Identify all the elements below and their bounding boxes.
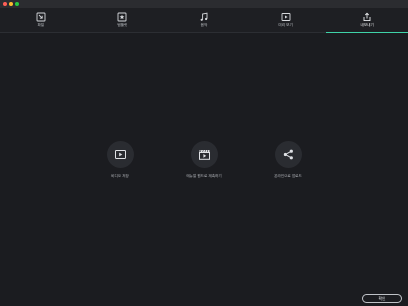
top-tab-bar: 파일 템플릿 음악 미리 보기 내보내기 [0,8,408,33]
save-video-label: 비디오 저장 [111,174,129,178]
export-share-icon [363,12,371,22]
window-titlebar [0,0,408,8]
upload-online-button[interactable]: 온라인으로 업로드 [258,141,318,179]
tab-template[interactable]: 템플릿 [82,8,164,32]
tab-export[interactable]: 내보내기 [326,8,408,33]
template-star-icon [117,12,127,22]
minimize-window-button[interactable] [9,2,13,6]
clapperboard-icon [198,149,210,160]
manual-export-label: 매뉴얼 원드로 재촉하기 [186,174,222,178]
tab-file-label: 파일 [37,23,45,28]
music-note-icon [200,12,208,22]
file-import-icon [36,12,46,22]
zoom-window-button[interactable] [15,2,19,6]
upload-online-label: 온라인으로 업로드 [274,174,302,178]
upload-online-circle[interactable] [274,141,302,168]
export-panel: 비디오 저장 매뉴얼 원드로 재촉하기 온라인으로 업로드 [0,34,408,292]
tab-preview-label: 미리 보기 [278,23,293,28]
manual-export-circle[interactable] [190,141,218,168]
tab-music-label: 음악 [200,23,208,28]
manual-export-button[interactable]: 매뉴얼 원드로 재촉하기 [174,141,234,179]
preview-play-icon [281,13,291,22]
share-icon [283,149,293,160]
tab-preview[interactable]: 미리 보기 [245,8,327,32]
tab-music[interactable]: 음악 [163,8,245,32]
close-window-button[interactable] [3,2,7,6]
footer-bar: 확인 [0,292,408,306]
tab-template-label: 템플릿 [117,23,128,28]
video-save-icon [114,150,126,159]
save-video-button[interactable]: 비디오 저장 [90,141,150,179]
tab-export-label: 내보내기 [360,23,374,28]
tab-file[interactable]: 파일 [0,8,82,32]
save-video-circle[interactable] [106,141,134,168]
confirm-button[interactable]: 확인 [362,294,402,303]
